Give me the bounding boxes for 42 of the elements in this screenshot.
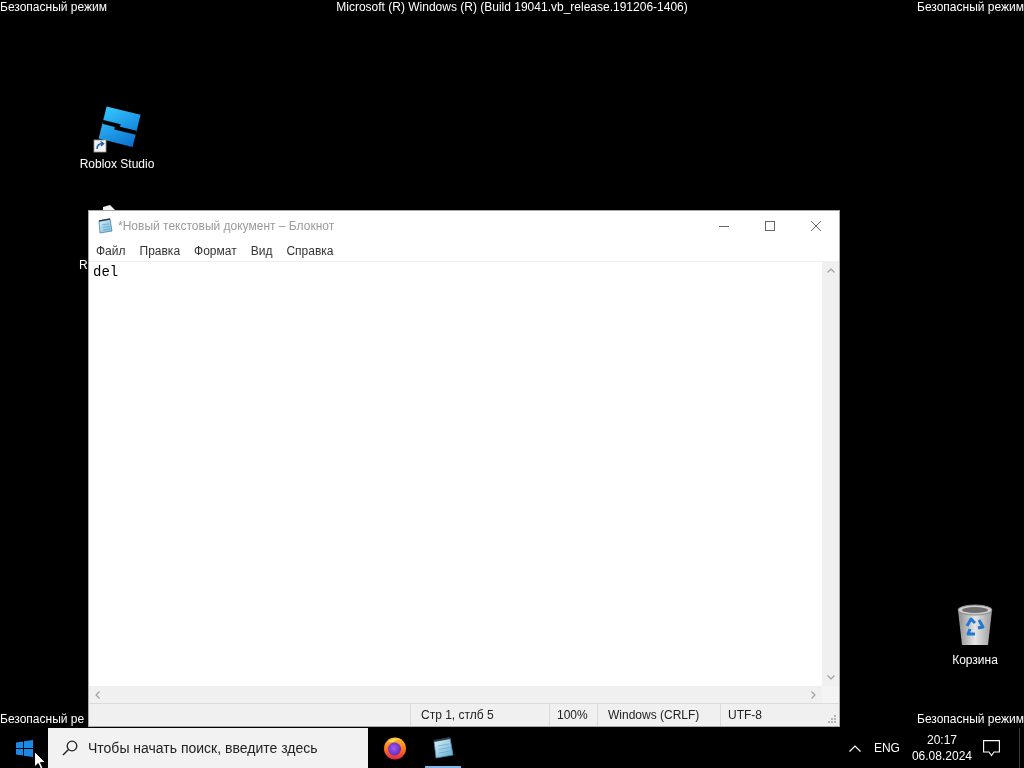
tilted-square-icon <box>93 105 141 153</box>
safe-mode-label: Безопасный режим <box>0 0 107 15</box>
windows-logo-icon <box>15 739 33 757</box>
close-icon <box>811 221 821 231</box>
speech-bubble-icon[interactable] <box>983 739 1000 757</box>
menu-item[interactable]: Справка <box>279 241 341 261</box>
desktop-shortcut[interactable]: Roblox Studio <box>77 105 157 171</box>
menu-item[interactable]: Вид <box>243 241 280 261</box>
status-text: UTF-8 <box>728 708 762 722</box>
horizontal-scrollbar[interactable] <box>89 686 822 703</box>
safe-mode-label: Безопасный ре <box>0 712 85 727</box>
status-text: Стр 1, стлб 5 <box>421 708 494 722</box>
caret-up-icon[interactable] <box>826 268 835 273</box>
maximize-icon <box>765 221 775 231</box>
language-indicator[interactable]: ENG <box>873 741 900 755</box>
search-icon <box>62 740 78 756</box>
menu-item[interactable]: Формат <box>187 241 244 261</box>
build-info: Microsoft (R) Windows (R) (Build 19041.vb_release.191206-1406) <box>336 0 688 15</box>
menu-item[interactable]: Правка <box>132 241 188 261</box>
ring-icon <box>383 736 407 760</box>
desktop-icon-label[interactable]: R <box>79 258 88 272</box>
caret-left-icon[interactable] <box>95 690 100 699</box>
caret-right-icon[interactable] <box>811 690 816 699</box>
menu-item[interactable]: Файл <box>89 241 133 261</box>
safe-mode-label: Безопасный режим <box>917 712 1024 727</box>
window-title: *Новый текстовый документ – Блокнот <box>118 219 335 233</box>
trash-bin-icon <box>955 602 995 646</box>
safe-mode-label: Безопасный режим <box>917 0 1024 15</box>
search-field[interactable]: Чтобы начать поиск, введите здесь <box>48 728 368 768</box>
caret-down-icon[interactable] <box>826 675 835 680</box>
status-text: 100% <box>557 708 588 722</box>
minimize-icon <box>719 225 729 227</box>
vertical-scrollbar[interactable] <box>822 262 839 686</box>
desktop-shortcut[interactable]: Корзина <box>937 602 1013 667</box>
status-text: Windows (CRLF) <box>608 708 700 722</box>
notepad-icon <box>431 736 455 760</box>
clock-time[interactable]: 20:17 <box>926 732 957 748</box>
chevron-up-icon[interactable] <box>848 744 861 752</box>
notepad-icon <box>97 218 113 234</box>
resize-grip-icon[interactable] <box>827 714 836 723</box>
clock-date[interactable]: 06.08.2024 <box>911 748 972 764</box>
text-area[interactable]: del <box>89 262 822 686</box>
